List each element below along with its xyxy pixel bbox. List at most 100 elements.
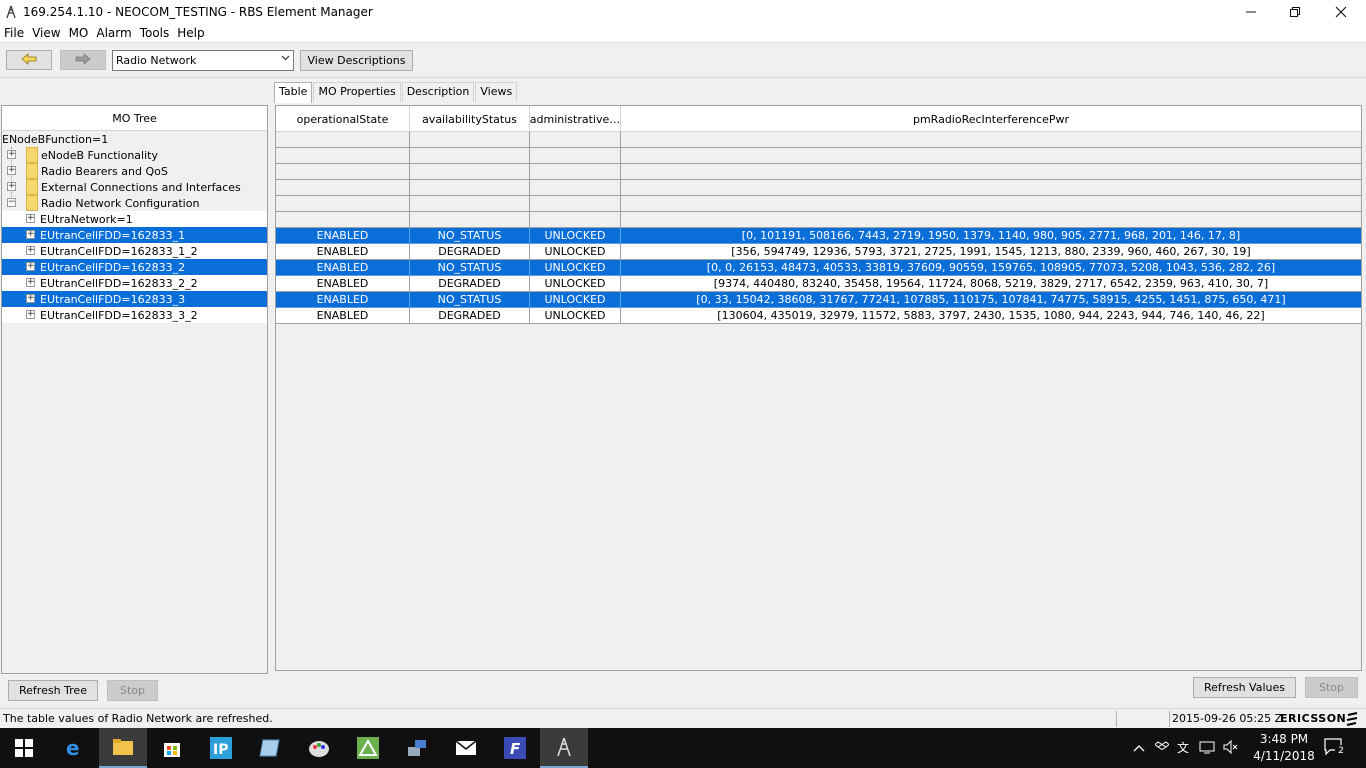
column-header-operational-state[interactable]: operationalState xyxy=(276,106,410,132)
speaker-muted-icon[interactable] xyxy=(1223,739,1239,757)
cell-operational-state[interactable]: ENABLED xyxy=(276,228,410,244)
tree-item-cell-162833-2-2[interactable]: + EUtranCellFDD=162833_2_2 xyxy=(2,275,267,291)
tree-root[interactable]: ENodeBFunction=1 xyxy=(2,131,108,147)
action-center-icon[interactable]: 2 xyxy=(1324,738,1347,758)
back-button[interactable] xyxy=(6,50,52,70)
expand-plus-icon[interactable]: + xyxy=(26,246,35,255)
tree-item-cell-162833-1[interactable]: + EUtranCellFDD=162833_1 xyxy=(2,227,267,243)
refresh-values-button[interactable]: Refresh Values xyxy=(1193,677,1296,698)
menu-tools[interactable]: Tools xyxy=(136,26,174,40)
cell-administrative-state[interactable]: UNLOCKED xyxy=(530,308,621,324)
tree-item-cell-162833-1-2[interactable]: + EUtranCellFDD=162833_1_2 xyxy=(2,243,267,259)
ime-icon[interactable]: 文 xyxy=(1177,740,1191,757)
app-triangle-icon[interactable] xyxy=(344,728,392,768)
file-explorer-icon[interactable] xyxy=(99,728,147,768)
tree-item-cell-162833-2[interactable]: + EUtranCellFDD=162833_2 xyxy=(2,259,267,275)
store-icon[interactable] xyxy=(148,728,196,768)
rbs-element-manager-icon[interactable] xyxy=(540,728,588,768)
cell-operational-state[interactable]: ENABLED xyxy=(276,260,410,276)
cell-pm-radio-rec-interference-pwr[interactable]: [356, 594749, 12936, 5793, 3721, 2725, 1… xyxy=(621,244,1361,260)
tab-table[interactable]: Table xyxy=(274,82,313,103)
cell-pm-radio-rec-interference-pwr[interactable]: [130604, 435019, 32979, 11572, 5883, 379… xyxy=(621,308,1361,324)
cell-administrative-state[interactable]: UNLOCKED xyxy=(530,260,621,276)
close-icon[interactable] xyxy=(1318,0,1364,23)
dropbox-icon[interactable] xyxy=(1154,740,1170,756)
tree-item-eutranetwork[interactable]: + EUtraNetwork=1 xyxy=(2,211,267,227)
mail-icon[interactable] xyxy=(442,728,490,768)
cell-operational-state[interactable]: ENABLED xyxy=(276,308,410,324)
cell-pm-radio-rec-interference-pwr[interactable]: [0, 101191, 508166, 7443, 2719, 1950, 13… xyxy=(621,228,1361,244)
menu-view[interactable]: View xyxy=(28,26,64,40)
cell-administrative-state[interactable]: UNLOCKED xyxy=(530,276,621,292)
cell-availability-status[interactable]: NO_STATUS xyxy=(410,260,530,276)
cell-administrative-state[interactable]: UNLOCKED xyxy=(530,292,621,308)
tree-stop-button[interactable]: Stop xyxy=(107,680,158,701)
table-row[interactable]: ENABLED NO_STATUS UNLOCKED [0, 101191, 5081… xyxy=(276,228,1361,244)
tab-views[interactable]: Views xyxy=(475,82,518,102)
table-row[interactable]: ENABLED NO_STATUS UNLOCKED [0, 0, 26153, 48… xyxy=(276,260,1361,276)
cell-availability-status[interactable]: DEGRADED xyxy=(410,276,530,292)
view-select[interactable]: Radio Network xyxy=(112,50,294,71)
ip-tool-icon[interactable]: IP xyxy=(197,728,245,768)
network-tool-icon[interactable] xyxy=(393,728,441,768)
expand-plus-icon[interactable]: + xyxy=(26,214,35,223)
restore-icon[interactable] xyxy=(1272,0,1318,23)
expand-plus-icon[interactable]: + xyxy=(7,150,16,159)
tab-mo-properties[interactable]: MO Properties xyxy=(313,82,401,102)
tab-description[interactable]: Description xyxy=(401,82,475,102)
ericsson-logo-icon xyxy=(1346,712,1358,729)
cell-availability-status[interactable]: NO_STATUS xyxy=(410,228,530,244)
menu-mo[interactable]: MO xyxy=(65,26,93,40)
expand-plus-icon[interactable]: + xyxy=(26,262,35,271)
cell-operational-state[interactable]: ENABLED xyxy=(276,292,410,308)
table-row[interactable]: ENABLED DEGRADED UNLOCKED [9374, 440480, 83… xyxy=(276,276,1361,292)
view-descriptions-button[interactable]: View Descriptions xyxy=(300,50,413,71)
tree-item-external-connections[interactable]: + External Connections and Interfaces xyxy=(2,179,267,195)
paint-icon[interactable] xyxy=(295,728,343,768)
tree-item-cell-162833-3[interactable]: + EUtranCellFDD=162833_3 xyxy=(2,291,267,307)
tree-item-radio-bearers[interactable]: + Radio Bearers and QoS xyxy=(2,163,267,179)
forward-button[interactable] xyxy=(60,50,106,70)
expand-plus-icon[interactable]: + xyxy=(7,182,16,191)
collapse-minus-icon[interactable]: − xyxy=(7,198,16,207)
column-header-administrative-state[interactable]: administrative… xyxy=(530,106,621,132)
cell-pm-radio-rec-interference-pwr[interactable]: [0, 33, 15042, 38608, 31767, 77241, 1078… xyxy=(621,292,1361,308)
table-row[interactable]: ENABLED NO_STATUS UNLOCKED [0, 33, 15042, 3… xyxy=(276,292,1361,308)
tree-item-radio-network-configuration[interactable]: − Radio Network Configuration xyxy=(2,195,267,211)
windows-start-icon[interactable] xyxy=(0,728,48,768)
expand-plus-icon[interactable]: + xyxy=(26,278,35,287)
title-bar: 169.254.1.10 - NEOCOM_TESTING - RBS Elem… xyxy=(0,0,1366,23)
cell-pm-radio-rec-interference-pwr[interactable]: [0, 0, 26153, 48473, 40533, 33819, 37609… xyxy=(621,260,1361,276)
cell-operational-state[interactable]: ENABLED xyxy=(276,276,410,292)
table-cell xyxy=(276,164,410,180)
network-icon[interactable] xyxy=(1199,740,1215,757)
expand-plus-icon[interactable]: + xyxy=(26,294,35,303)
menu-help[interactable]: Help xyxy=(173,26,208,40)
cell-operational-state[interactable]: ENABLED xyxy=(276,244,410,260)
taskbar-clock[interactable]: 3:48 PM 4/11/2018 xyxy=(1252,731,1316,765)
column-header-availability-status[interactable]: availabilityStatus xyxy=(410,106,530,132)
cell-availability-status[interactable]: DEGRADED xyxy=(410,308,530,324)
expand-plus-icon[interactable]: + xyxy=(7,166,16,175)
expand-plus-icon[interactable]: + xyxy=(26,230,35,239)
notepad-icon[interactable] xyxy=(246,728,294,768)
minimize-icon[interactable] xyxy=(1228,0,1274,23)
expand-plus-icon[interactable]: + xyxy=(26,310,35,319)
cell-pm-radio-rec-interference-pwr[interactable]: [9374, 440480, 83240, 35458, 19564, 1172… xyxy=(621,276,1361,292)
column-header-pm-radio-rec-interference-pwr[interactable]: pmRadioRecInterferencePwr xyxy=(621,106,1361,132)
app-f-icon[interactable]: F xyxy=(491,728,539,768)
edge-icon[interactable]: e xyxy=(50,728,98,768)
table-row[interactable]: ENABLED DEGRADED UNLOCKED [130604, 435019, … xyxy=(276,308,1361,324)
menu-file[interactable]: File xyxy=(0,26,28,40)
cell-administrative-state[interactable]: UNLOCKED xyxy=(530,244,621,260)
cell-availability-status[interactable]: DEGRADED xyxy=(410,244,530,260)
tree-item-cell-162833-3-2[interactable]: + EUtranCellFDD=162833_3_2 xyxy=(2,307,267,323)
chevron-up-icon[interactable] xyxy=(1133,742,1145,755)
tree-item-enodeb-functionality[interactable]: + eNodeB Functionality xyxy=(2,147,267,163)
menu-alarm[interactable]: Alarm xyxy=(92,26,135,40)
cell-administrative-state[interactable]: UNLOCKED xyxy=(530,228,621,244)
refresh-tree-button[interactable]: Refresh Tree xyxy=(8,680,98,701)
table-row[interactable]: ENABLED DEGRADED UNLOCKED [356, 594749, 129… xyxy=(276,244,1361,260)
table-stop-button[interactable]: Stop xyxy=(1305,677,1358,698)
cell-availability-status[interactable]: NO_STATUS xyxy=(410,292,530,308)
